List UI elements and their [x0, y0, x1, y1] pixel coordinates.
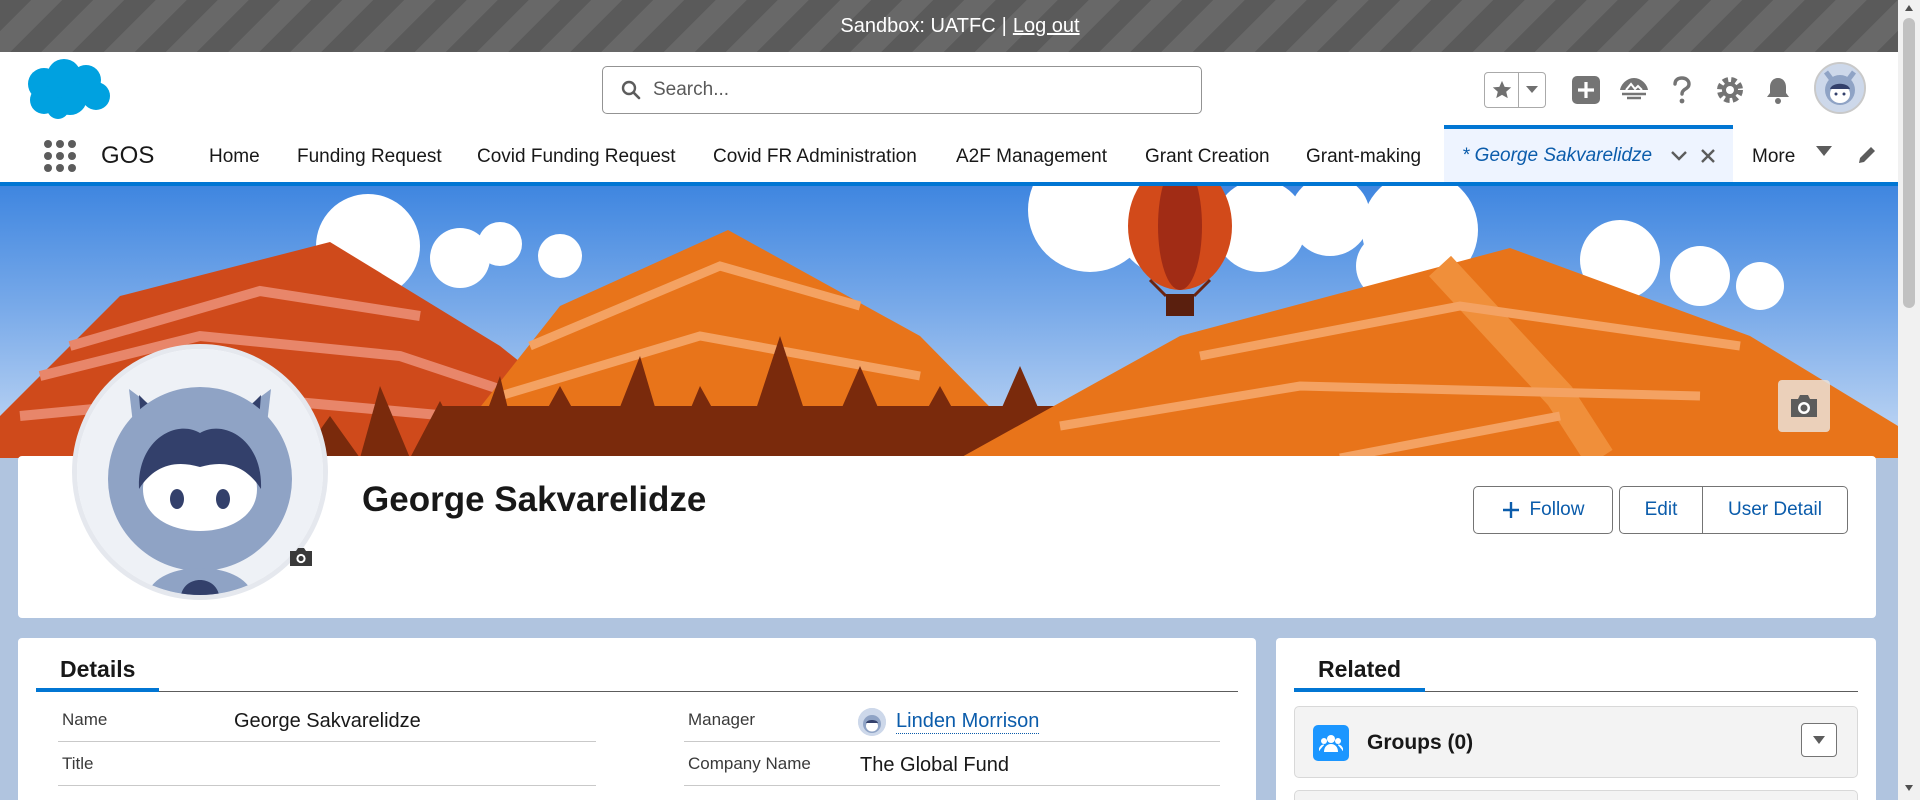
nav-item-covid-fr-administration[interactable]: Covid FR Administration	[713, 146, 917, 168]
sandbox-bar: Sandbox: UATFC | Log out	[0, 0, 1920, 52]
groups-related-list: Groups (0)	[1294, 706, 1858, 778]
sandbox-separator: |	[1001, 14, 1007, 37]
user-detail-button[interactable]: User Detail	[1703, 486, 1848, 534]
details-tabbar: Details	[36, 638, 1238, 692]
tab-close-icon[interactable]	[1700, 148, 1716, 164]
field-label: Name	[62, 710, 108, 729]
manager-avatar	[858, 708, 886, 736]
page-scrollbar[interactable]	[1898, 0, 1920, 800]
nav-item-home[interactable]: Home	[209, 146, 260, 168]
follow-button[interactable]: Follow	[1473, 486, 1613, 534]
groups-menu-chevron-down-icon[interactable]	[1801, 723, 1837, 757]
logout-link[interactable]: Log out	[1013, 15, 1080, 38]
trailhead-icon[interactable]	[1618, 74, 1650, 106]
active-tab-label: * George Sakvarelidze	[1462, 144, 1653, 166]
field-value: George Sakvarelidze	[234, 710, 421, 732]
salesforce-logo-icon[interactable]	[22, 58, 112, 120]
setup-gear-icon[interactable]	[1714, 74, 1746, 106]
field-label: Company Name	[688, 754, 811, 773]
edit-button[interactable]: Edit	[1619, 486, 1703, 534]
details-card: Details Name George Sakvarelidze Title M…	[18, 638, 1256, 800]
user-avatar[interactable]	[1814, 62, 1866, 114]
tab-chevron-down-icon[interactable]	[1670, 150, 1688, 162]
field-title: Title	[58, 742, 596, 786]
favorites-list-chevron-down-icon[interactable]	[1519, 73, 1545, 107]
favorites-star-icon[interactable]	[1485, 73, 1519, 107]
search-icon	[621, 80, 641, 100]
field-value: The Global Fund	[860, 754, 1009, 776]
manager-link[interactable]: Linden Morrison	[896, 710, 1040, 734]
nav-item-grant-creation[interactable]: Grant Creation	[1145, 146, 1270, 168]
follow-button-label: Follow	[1529, 499, 1585, 520]
profile-name: George Sakvarelidze	[362, 480, 707, 519]
sandbox-label: Sandbox: UATFC	[840, 14, 996, 37]
related-tabbar: Related	[1294, 638, 1858, 692]
header-tools	[1484, 66, 1810, 114]
app-name: GOS	[101, 142, 155, 169]
nav-item-a2f-management[interactable]: A2F Management	[956, 146, 1107, 168]
nav-item-grant-making[interactable]: Grant-making	[1306, 146, 1421, 168]
plus-icon	[1502, 501, 1520, 519]
field-name: Name George Sakvarelidze	[58, 698, 596, 742]
field-label: Manager	[688, 710, 756, 729]
banner-camera-icon[interactable]	[1778, 380, 1830, 432]
more-chevron-down-icon[interactable]	[1815, 144, 1833, 158]
photo-camera-icon[interactable]	[288, 546, 314, 568]
app-launcher-grid-icon[interactable]	[42, 138, 78, 174]
app-nav-bar: GOS Home Funding Request Covid Funding R…	[0, 125, 1898, 186]
field-manager: Manager Linden Morrison	[684, 698, 1220, 742]
field-company-name: Company Name The Global Fund	[684, 742, 1220, 786]
tab-related[interactable]: Related	[1294, 656, 1426, 692]
search-input[interactable]	[653, 79, 1173, 101]
scroll-down-arrow-icon[interactable]	[1903, 782, 1915, 794]
scroll-up-arrow-icon[interactable]	[1903, 2, 1915, 14]
help-icon[interactable]	[1666, 74, 1698, 106]
nav-item-funding-request[interactable]: Funding Request	[297, 146, 442, 168]
global-actions-plus-icon[interactable]	[1570, 74, 1602, 106]
field-label: Title	[62, 754, 94, 773]
nav-more[interactable]: More	[1752, 146, 1795, 168]
global-search[interactable]	[602, 66, 1202, 114]
nav-item-covid-funding-request[interactable]: Covid Funding Request	[477, 146, 676, 168]
tab-details[interactable]: Details	[36, 656, 160, 692]
related-list-next	[1294, 790, 1858, 800]
groups-title[interactable]: Groups (0)	[1367, 731, 1473, 755]
edit-nav-pencil-icon[interactable]	[1856, 144, 1878, 166]
related-card: Related Groups (0)	[1276, 638, 1876, 800]
scrollbar-thumb[interactable]	[1903, 18, 1915, 308]
groups-icon	[1313, 725, 1349, 761]
notifications-bell-icon[interactable]	[1762, 74, 1794, 106]
global-header	[0, 52, 1898, 128]
tab-george-sakvarelidze[interactable]: * George Sakvarelidze	[1444, 125, 1733, 182]
favorites-group	[1484, 72, 1546, 108]
profile-actions: Follow Edit User Detail	[1473, 486, 1848, 534]
